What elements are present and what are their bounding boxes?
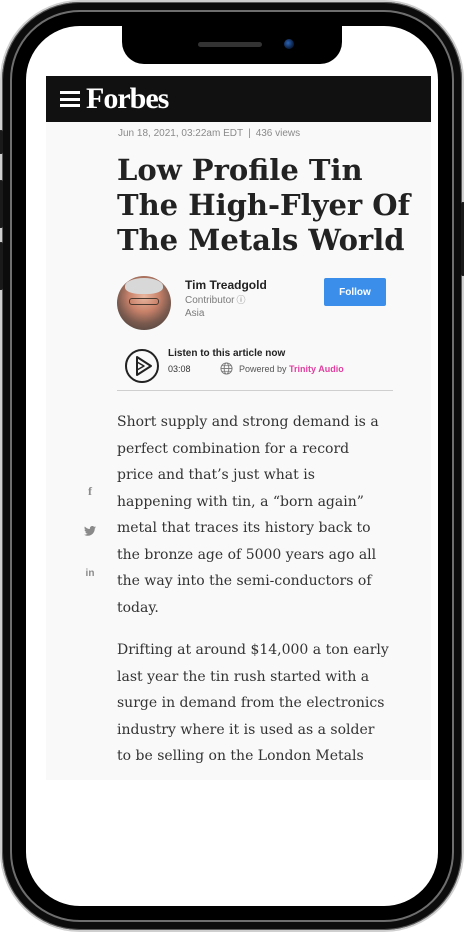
globe-icon xyxy=(220,362,233,375)
author-region: Asia xyxy=(185,308,205,319)
publish-date: Jun 18, 2021, 03:22am EDT xyxy=(118,128,244,139)
divider xyxy=(117,390,393,391)
play-icon[interactable] xyxy=(124,348,160,384)
hamburger-icon[interactable] xyxy=(60,91,80,107)
audio-title: Listen to this article now xyxy=(168,348,286,359)
facebook-icon[interactable]: f xyxy=(82,484,98,504)
paragraph: Short supply and strong demand is a perf… xyxy=(117,414,379,616)
audio-player: Listen to this article now 03:08 Powered… xyxy=(124,344,431,384)
author-block: Tim Treadgold Contributor ⓘ Asia Follow xyxy=(117,276,431,332)
trinity-audio-link[interactable]: Trinity Audio xyxy=(289,364,344,374)
speaker-grille xyxy=(198,42,262,47)
camera-icon xyxy=(284,39,294,49)
powered-by: Powered by Trinity Audio xyxy=(239,364,344,374)
twitter-icon[interactable] xyxy=(82,526,98,546)
notch xyxy=(122,26,342,64)
article-meta: Jun 18, 2021, 03:22am EDT | 436 views xyxy=(118,128,431,139)
paragraph: Drifting at around $14,000 a ton early l… xyxy=(117,642,389,764)
volume-up-button xyxy=(0,180,3,228)
author-name[interactable]: Tim Treadgold xyxy=(185,278,267,292)
article-body: Short supply and strong demand is a perf… xyxy=(117,409,389,770)
follow-button[interactable]: Follow xyxy=(324,278,386,306)
author-role: Contributor ⓘ xyxy=(185,293,245,306)
phone-frame: Forbes Jun 18, 2021, 03:22am EDT | 436 vie… xyxy=(0,2,464,930)
forbes-logo[interactable]: Forbes xyxy=(86,82,169,116)
phone-screen: Forbes Jun 18, 2021, 03:22am EDT | 436 vie… xyxy=(26,26,438,906)
article-headline: Low Profile Tin The High-Flyer Of The Me… xyxy=(117,153,411,257)
author-role-label: Contributor xyxy=(185,295,235,306)
share-bar: f in xyxy=(82,484,98,610)
phone-bezel: Forbes Jun 18, 2021, 03:22am EDT | 436 vie… xyxy=(10,10,454,922)
author-avatar[interactable] xyxy=(117,276,171,330)
view-count: 436 views xyxy=(255,128,301,139)
info-icon[interactable]: ⓘ xyxy=(236,295,245,305)
mute-switch xyxy=(0,130,3,154)
audio-duration: 03:08 xyxy=(168,364,191,374)
forbes-header: Forbes xyxy=(46,76,431,122)
meta-separator: | xyxy=(248,128,251,139)
article-page: Forbes Jun 18, 2021, 03:22am EDT | 436 vie… xyxy=(46,76,431,780)
linkedin-icon[interactable]: in xyxy=(82,568,98,588)
volume-down-button xyxy=(0,242,3,290)
powered-by-label: Powered by xyxy=(239,364,287,374)
